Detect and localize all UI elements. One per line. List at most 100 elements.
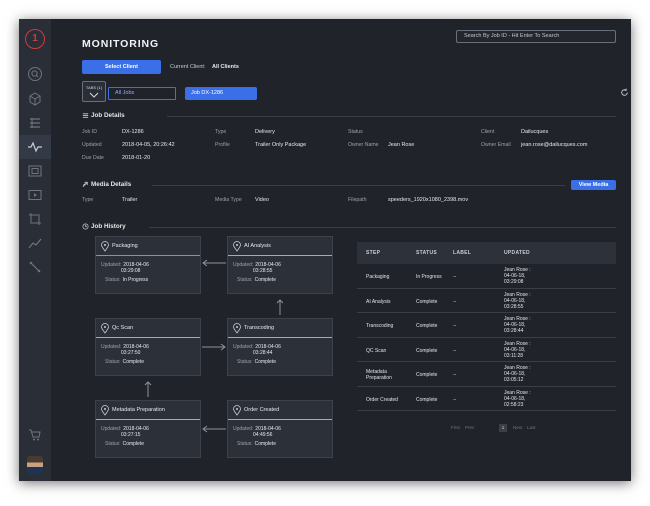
step-node-order-created[interactable]: Order Created Updated: 2018-04-06 04:49:5… [227, 400, 333, 458]
list-icon[interactable] [27, 115, 43, 131]
current-client-label: Current Client: [170, 64, 206, 70]
row-label: -- [453, 323, 457, 329]
table-row[interactable]: Packaging In Progress -- Jean Rose :04-0… [357, 264, 616, 289]
column-header-step[interactable]: STEP [366, 250, 380, 256]
search-icon[interactable] [27, 66, 43, 82]
step-node-title: AI Analysis [244, 243, 271, 249]
cart-icon[interactable] [27, 427, 43, 443]
step-status: Complete [122, 441, 144, 447]
row-step: Transcoding [366, 323, 394, 329]
table-row[interactable]: AI Analysis Complete -- Jean Rose :04-06… [357, 289, 616, 313]
updated-time: 03:28:44 [504, 328, 524, 334]
step-time: 03:28:44 [253, 350, 273, 356]
owner-email-value: jean.rose@dailucques.com [521, 142, 588, 148]
history-icon [82, 223, 89, 230]
crop-icon[interactable] [27, 211, 43, 227]
avatar[interactable] [27, 456, 43, 474]
step-node-packaging[interactable]: Packaging Updated: 2018-04-06 03:29:08 St… [95, 236, 201, 294]
client-value: Dailucques [521, 129, 549, 135]
row-step: AI Analysis [366, 298, 391, 305]
updated-label: Updated: [101, 426, 122, 432]
profile-value: Trailer Only Package [255, 142, 307, 148]
step-status: Complete [254, 359, 276, 365]
play-icon[interactable] [27, 187, 43, 203]
tabs-toggle-button[interactable]: TABS (1) [82, 81, 106, 102]
step-status: Complete [254, 441, 276, 447]
page-title: MONITORING [82, 38, 160, 50]
step-node-qc-scan[interactable]: Qc Scan Updated: 2018-04-06 03:27:50 Stat… [95, 318, 201, 376]
status-label: Status: [237, 277, 253, 283]
owner-name-label: Owner Name [348, 142, 379, 148]
type-value: Delivery [255, 129, 275, 135]
row-status: Complete [416, 347, 438, 354]
link-icon [82, 181, 88, 187]
location-pin-icon [233, 241, 241, 252]
table-row[interactable]: QC Scan Complete -- Jean Rose :04-06-18,… [357, 338, 616, 362]
logo[interactable]: 1 [25, 29, 45, 49]
step-time: 04:49:56 [253, 432, 273, 438]
tools-icon[interactable] [27, 259, 43, 275]
step-time: 03:29:08 [121, 268, 141, 274]
column-header-status[interactable]: STATUS [416, 250, 437, 256]
search-input[interactable]: Search By Job ID - Hit Enter To Search [456, 30, 616, 43]
refresh-icon[interactable] [620, 88, 629, 97]
updated-label: Updated [82, 142, 102, 148]
arrow-up-icon [276, 299, 284, 315]
step-time: 03:28:55 [253, 268, 273, 274]
pager-prev[interactable]: Prev [465, 425, 474, 430]
chart-icon[interactable] [27, 235, 43, 251]
step-node-metadata-preparation[interactable]: Metadata Preparation Updated: 2018-04-06 … [95, 400, 201, 458]
column-header-label[interactable]: LABEL [453, 250, 471, 256]
arrow-left-icon [202, 425, 226, 433]
type-label: Type [215, 129, 227, 135]
step-time: 03:27:50 [121, 350, 141, 356]
job-details-title: Job Details [91, 112, 125, 119]
step-node-title: Packaging [112, 243, 138, 249]
tab-job-dx-1286[interactable]: Job DX-1286 [185, 87, 257, 100]
job-id-label: Job ID [82, 129, 97, 135]
media-type-label: Type [82, 197, 94, 203]
step-node-ai-analysis[interactable]: AI Analysis Updated: 2018-04-06 03:28:55 … [227, 236, 333, 294]
table-header-row: STEP STATUS LABEL UPDATED [357, 242, 616, 264]
step-node-transcoding[interactable]: Transcoding Updated: 2018-04-06 03:28:44 … [227, 318, 333, 376]
client-label: Client [481, 129, 495, 135]
status-label: Status: [105, 277, 121, 283]
table-row[interactable]: Transcoding Complete -- Jean Rose :04-06… [357, 313, 616, 338]
select-client-button[interactable]: Select Client [82, 60, 161, 74]
info-icon [82, 113, 89, 118]
updated-label: Updated: [233, 426, 254, 432]
film-icon[interactable] [27, 163, 43, 179]
updated-time: 03:11:28 [504, 352, 524, 359]
location-pin-icon [101, 241, 109, 252]
media-kind-label: Media Type [215, 197, 242, 203]
table-row[interactable]: Metadata Preparation Complete -- Jean Ro… [357, 362, 616, 387]
job-history-table: STEP STATUS LABEL UPDATED Packaging In P… [357, 242, 616, 411]
due-date-value: 2018-01-20 [122, 155, 151, 161]
pager-last[interactable]: Last [527, 425, 536, 430]
column-header-updated[interactable]: UPDATED [504, 250, 530, 256]
job-details-divider [167, 116, 616, 117]
table-row[interactable]: Order Created Complete -- Jean Rose :04-… [357, 387, 616, 411]
row-step: Metadata Preparation [366, 369, 392, 381]
step-node-title: Metadata Preparation [112, 407, 165, 413]
pager-next[interactable]: Next [513, 425, 522, 430]
cube-icon[interactable] [27, 91, 43, 107]
media-type-value: Trailer [122, 197, 138, 203]
row-status: Complete [416, 298, 438, 305]
pulse-icon[interactable] [27, 139, 43, 155]
updated-label: Updated: [101, 262, 122, 268]
main-content: MONITORING Search By Job ID - Hit Enter … [51, 19, 631, 481]
tab-all-jobs[interactable]: All Jobs [108, 87, 176, 100]
row-label: -- [453, 274, 457, 280]
status-label: Status: [237, 441, 253, 447]
job-history-title: Job History [91, 223, 126, 230]
location-pin-icon [233, 405, 241, 416]
pager-current-page[interactable]: 1 [499, 424, 507, 432]
updated-label: Updated: [233, 262, 254, 268]
pager-first[interactable]: First [451, 425, 460, 430]
arrow-up-icon [144, 381, 152, 397]
owner-name-value: Jean Rose [388, 142, 415, 148]
step-status: Complete [254, 277, 276, 283]
view-media-button[interactable]: View Media [571, 180, 616, 190]
current-client-value: All Clients [212, 64, 239, 70]
